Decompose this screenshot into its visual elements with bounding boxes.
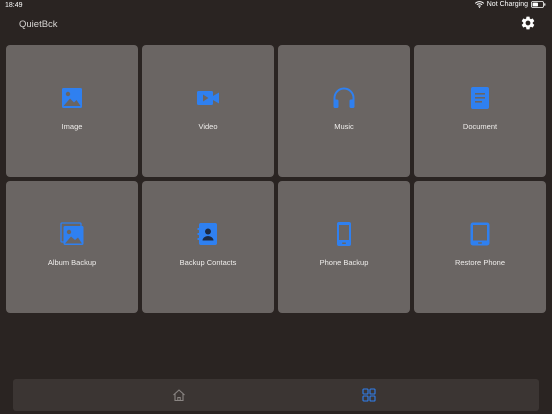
tile-label: Album Backup: [47, 258, 97, 267]
headphones-icon: [331, 85, 357, 111]
grid-icon: [362, 388, 376, 402]
tile-label: Music: [334, 122, 354, 131]
photo-album-icon: [59, 221, 85, 247]
tile-phone-backup[interactable]: Phone Backup: [278, 181, 410, 313]
tile-backup-contacts[interactable]: Backup Contacts: [142, 181, 274, 313]
tablet-icon: [467, 221, 493, 247]
image-icon: [59, 85, 85, 111]
tile-label: Document: [462, 122, 498, 131]
tile-document[interactable]: Document: [414, 45, 546, 177]
tile-restore-phone[interactable]: Restore Phone: [414, 181, 546, 313]
tile-label: Backup Contacts: [179, 258, 237, 267]
status-indicators: Not Charging: [474, 1, 546, 8]
tile-album-backup[interactable]: Album Backup: [6, 181, 138, 313]
home-icon: [172, 388, 186, 402]
tab-bar: [13, 379, 539, 411]
gear-icon: [520, 15, 536, 36]
tile-label: Phone Backup: [319, 258, 369, 267]
wifi-icon: [474, 1, 484, 8]
contact-card-icon: [195, 221, 221, 247]
charging-status: Not Charging: [486, 1, 528, 8]
settings-button[interactable]: [516, 13, 540, 37]
tile-video[interactable]: Video: [142, 45, 274, 177]
app-title: QuietBck: [19, 19, 58, 30]
tile-image[interactable]: Image: [6, 45, 138, 177]
feature-grid: Image Video Music Document Album Backup …: [6, 45, 546, 313]
status-time: 18:49: [5, 2, 23, 9]
nav-bar: QuietBck: [0, 12, 552, 38]
app-screen: 18:49 Not Charging QuietBck Image Video …: [0, 0, 552, 414]
battery-icon: [531, 1, 546, 8]
tile-music[interactable]: Music: [278, 45, 410, 177]
tab-apps[interactable]: [362, 388, 376, 402]
video-camera-icon: [195, 85, 221, 111]
tile-label: Restore Phone: [454, 258, 506, 267]
tile-label: Image: [61, 122, 83, 131]
status-bar: 18:49 Not Charging: [0, 0, 552, 12]
tile-label: Video: [198, 122, 218, 131]
tab-home[interactable]: [172, 388, 186, 402]
document-icon: [467, 85, 493, 111]
phone-icon: [331, 221, 357, 247]
